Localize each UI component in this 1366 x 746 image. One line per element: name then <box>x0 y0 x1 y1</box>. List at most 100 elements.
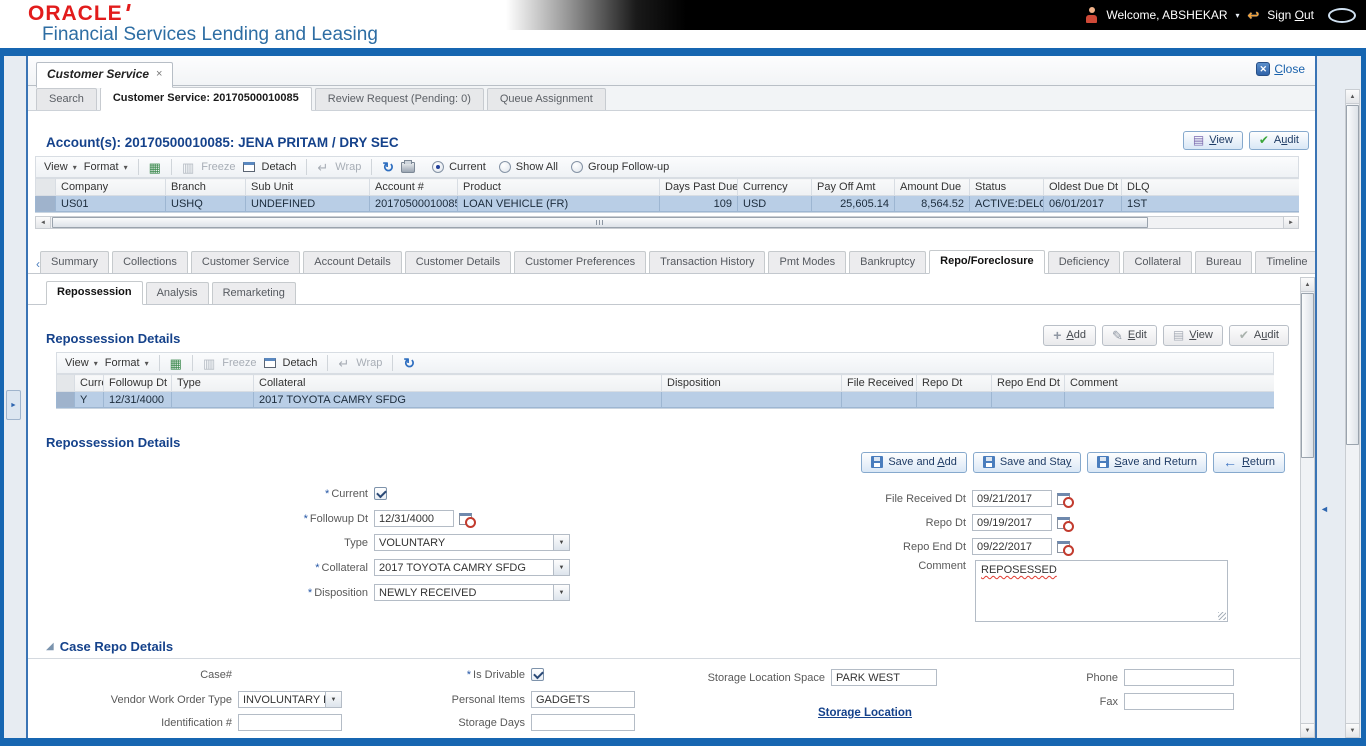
tab-customer-preferences[interactable]: Customer Preferences <box>514 251 647 273</box>
tab-close-icon[interactable]: × <box>156 68 162 80</box>
dropdown-arrow-icon[interactable]: ▼ <box>326 691 342 708</box>
personal-items-input[interactable]: GADGETS <box>531 691 635 708</box>
followup-dt-input[interactable]: 12/31/4000 <box>374 510 454 527</box>
col-repo-end-dt[interactable]: Repo End Dt <box>991 374 1065 392</box>
tab-search[interactable]: Search <box>36 88 97 110</box>
dropdown-arrow-icon[interactable]: ▼ <box>554 534 570 551</box>
col-sub-unit[interactable]: Sub Unit <box>245 178 370 196</box>
tab-customer-service-account[interactable]: Customer Service: 20170500010085 <box>99 87 312 111</box>
tab-deficiency[interactable]: Deficiency <box>1047 251 1121 273</box>
col-comment[interactable]: Comment <box>1064 374 1274 392</box>
col-file-received-dt[interactable]: File Received Dt <box>841 374 917 392</box>
export-to-excel-icon[interactable]: ▦ <box>149 161 161 174</box>
print-button[interactable] <box>401 159 416 173</box>
add-button[interactable]: + Add <box>1043 325 1096 346</box>
fax-input[interactable] <box>1124 693 1234 710</box>
col-branch[interactable]: Branch <box>165 178 246 196</box>
tab-bureau[interactable]: Bureau <box>1194 251 1253 273</box>
content-vscrollbar[interactable]: ▲ ▼ <box>1300 277 1315 738</box>
vscroll-thumb[interactable] <box>1301 293 1314 458</box>
save-and-stay-button[interactable]: Save and Stay <box>972 452 1082 473</box>
vendor-work-order-type-select[interactable]: INVOLUNTARY RE▼ <box>238 691 342 708</box>
export-to-excel-icon[interactable]: ▦ <box>170 357 182 370</box>
splitter-left-icon[interactable]: ◄ <box>1320 504 1329 514</box>
storage-location-space-input[interactable]: PARK WEST <box>831 669 937 686</box>
col-amount-due[interactable]: Amount Due <box>894 178 970 196</box>
col-oldest-due-dt[interactable]: Oldest Due Dt <box>1043 178 1122 196</box>
comment-textarea[interactable]: REPOSESSED <box>975 560 1228 622</box>
detach-button[interactable]: Detach <box>262 161 297 173</box>
close-button[interactable]: ✕ Close <box>1256 62 1305 76</box>
return-button[interactable]: ← Return <box>1212 452 1285 473</box>
col-company[interactable]: Company <box>55 178 166 196</box>
disclosure-triangle-icon[interactable]: ◢ <box>46 641 54 652</box>
tab-pmt-modes[interactable]: Pmt Modes <box>768 251 847 273</box>
tab-repo-foreclosure[interactable]: Repo/Foreclosure <box>929 250 1045 274</box>
tab-timeline[interactable]: Timeline <box>1255 251 1315 273</box>
tab-transaction-history[interactable]: Transaction History <box>649 251 766 273</box>
page-vscrollbar[interactable]: ▲ ▼ <box>1345 89 1360 738</box>
scroll-down-icon[interactable]: ▼ <box>1301 723 1314 737</box>
collateral-select[interactable]: 2017 TOYOTA CAMRY SFDG ▼ <box>374 559 570 576</box>
sign-out-link[interactable]: Sign Out <box>1267 8 1314 22</box>
col-account-number[interactable]: Account # <box>369 178 458 196</box>
repo-dt-input[interactable]: 09/19/2017 <box>972 514 1052 531</box>
left-splitter-handle[interactable]: ► <box>6 390 21 420</box>
tab-summary[interactable]: Summary <box>40 251 110 273</box>
calendar-icon[interactable] <box>1057 492 1074 508</box>
tab-repossession[interactable]: Repossession <box>46 281 143 305</box>
dropdown-arrow-icon[interactable]: ▼ <box>554 584 570 601</box>
view-menu[interactable]: View ▾ <box>65 357 98 369</box>
scroll-right-icon[interactable]: ► <box>1283 217 1298 228</box>
phone-input[interactable] <box>1124 669 1234 686</box>
format-menu[interactable]: Format ▾ <box>105 357 149 369</box>
edit-button[interactable]: ✎ Edit <box>1101 325 1157 346</box>
refresh-button[interactable]: ↻ <box>382 160 394 174</box>
tab-analysis[interactable]: Analysis <box>145 282 209 304</box>
vscroll-thumb[interactable] <box>1346 105 1359 445</box>
calendar-icon[interactable] <box>1057 516 1074 532</box>
view-menu[interactable]: View ▾ <box>44 161 77 173</box>
freeze-button[interactable]: Freeze <box>201 161 235 173</box>
hscroll-track[interactable] <box>51 217 1283 228</box>
scroll-up-icon[interactable]: ▲ <box>1301 278 1314 292</box>
refresh-button[interactable]: ↻ <box>403 356 415 370</box>
tab-review-request[interactable]: Review Request (Pending: 0) <box>314 88 484 110</box>
col-disposition[interactable]: Disposition <box>661 374 842 392</box>
format-menu[interactable]: Format ▾ <box>84 161 128 173</box>
account-grid-hscrollbar[interactable]: ◄ ► <box>35 216 1299 229</box>
tab-queue-assignment[interactable]: Queue Assignment <box>486 88 606 110</box>
detach-button[interactable]: Detach <box>283 357 318 369</box>
chevron-down-icon[interactable]: ▾ <box>1236 11 1240 20</box>
tab-account-details[interactable]: Account Details <box>303 251 402 273</box>
storage-days-input[interactable] <box>531 714 635 731</box>
account-row[interactable]: US01 USHQ UNDEFINED 20170500010085 LOAN … <box>35 195 1299 212</box>
repo-end-dt-input[interactable]: 09/22/2017 <box>972 538 1052 555</box>
tab-bankruptcy[interactable]: Bankruptcy <box>849 251 927 273</box>
wrap-button[interactable]: Wrap <box>335 161 361 173</box>
welcome-menu[interactable]: Welcome, ABSHEKAR <box>1106 8 1227 22</box>
dropdown-arrow-icon[interactable]: ▼ <box>554 559 570 576</box>
col-collateral[interactable]: Collateral <box>253 374 662 392</box>
calendar-icon[interactable] <box>459 512 476 528</box>
tab-remarketing[interactable]: Remarketing <box>211 282 296 304</box>
scroll-up-icon[interactable]: ▲ <box>1346 90 1359 104</box>
col-product[interactable]: Product <box>457 178 660 196</box>
col-status[interactable]: Status <box>969 178 1044 196</box>
tab-customer-service-window[interactable]: Customer Service × <box>36 62 174 88</box>
view-button[interactable]: ▤ View <box>1182 131 1243 150</box>
row-selector[interactable] <box>56 391 75 408</box>
audit-button-repo[interactable]: ✔ Audit <box>1228 325 1289 346</box>
file-received-dt-input[interactable]: 09/21/2017 <box>972 490 1052 507</box>
save-and-add-button[interactable]: Save and Add <box>861 452 967 473</box>
wrap-button[interactable]: Wrap <box>356 357 382 369</box>
type-select[interactable]: VOLUNTARY ▼ <box>374 534 570 551</box>
scroll-down-icon[interactable]: ▼ <box>1346 723 1359 737</box>
radio-show-all[interactable] <box>498 161 511 173</box>
row-selector[interactable] <box>35 195 56 212</box>
radio-group-follow-up[interactable] <box>570 161 583 173</box>
col-currency[interactable]: Currency <box>737 178 812 196</box>
identification-number-input[interactable] <box>238 714 342 731</box>
col-pay-off-amt[interactable]: Pay Off Amt <box>811 178 895 196</box>
col-type[interactable]: Type <box>171 374 254 392</box>
